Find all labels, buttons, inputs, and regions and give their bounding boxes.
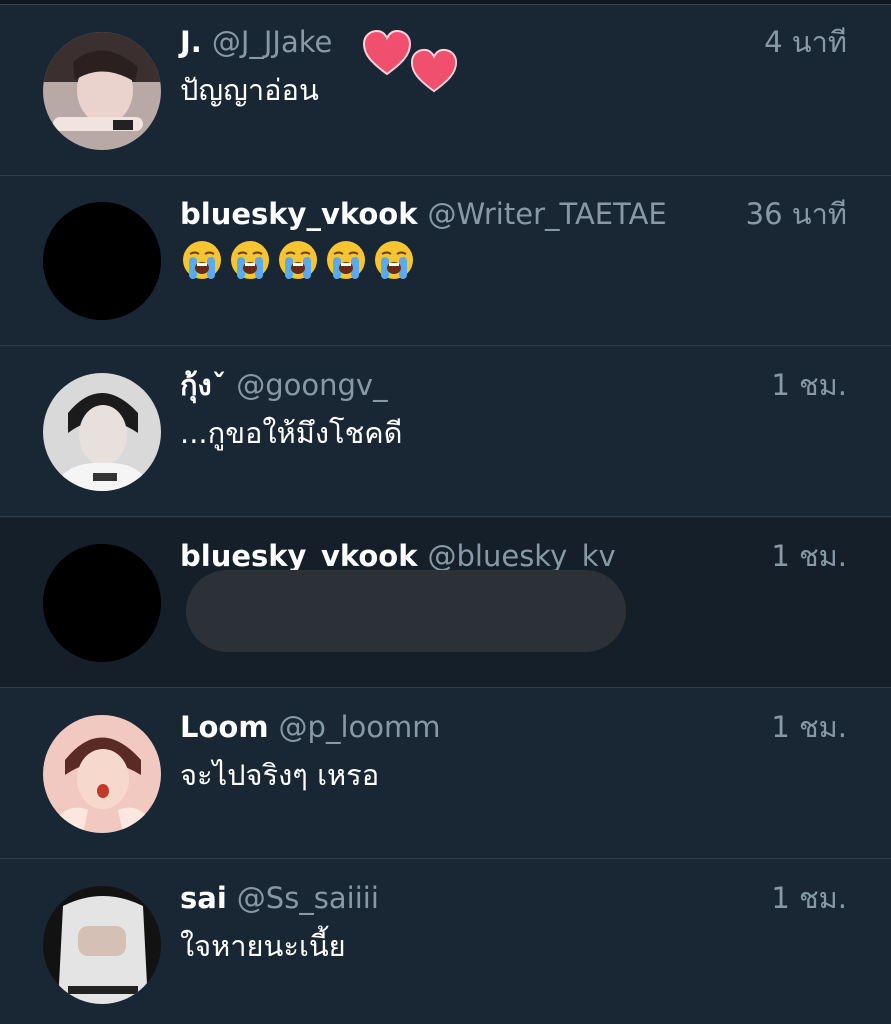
user-handle[interactable]: @bluesky_kv (428, 539, 616, 573)
avatar[interactable] (43, 886, 161, 1004)
user-handle[interactable]: @goongv_ (236, 368, 387, 402)
avatar[interactable] (43, 715, 161, 833)
notification-row[interactable]: กุ้งˇ @goongv_ 1 ชม. ...กูขอให้มึงโชคดี (0, 347, 891, 517)
display-name[interactable]: J. (180, 25, 202, 59)
timestamp: 1 ชม. (771, 881, 847, 915)
notification-row[interactable]: Loom @p_loomm 1 ชม. จะไปจริงๆ เหรอ (0, 689, 891, 859)
timestamp: 1 ชม. (771, 539, 847, 573)
header-line: bluesky_vkook @Writer_TAETAE (180, 196, 667, 232)
profile-photo-icon (43, 373, 161, 491)
display-name[interactable]: กุ้งˇ (180, 368, 226, 402)
loudly-crying-face-icon (231, 241, 269, 279)
loudly-crying-face-icon (327, 241, 365, 279)
header-line: J. @J_JJake (180, 24, 332, 60)
display-name[interactable]: bluesky_vkook (180, 197, 418, 231)
avatar[interactable] (43, 202, 161, 320)
black-avatar-icon (43, 544, 161, 662)
notification-text: จะไปจริงๆ เหรอ (180, 758, 380, 792)
user-handle[interactable]: @p_loomm (279, 710, 441, 744)
notification-feed: J. @J_JJake 4 นาที ปัญญาอ่อน bluesky_vkoo… (0, 0, 891, 1024)
timestamp: 4 นาที (764, 25, 847, 59)
black-avatar-icon (43, 202, 161, 320)
profile-photo-icon (43, 886, 161, 1004)
avatar[interactable] (43, 32, 161, 150)
display-name[interactable]: Loom (180, 710, 269, 744)
avatar[interactable] (43, 544, 161, 662)
header-line: Loom @p_loomm (180, 709, 441, 745)
avatar[interactable] (43, 373, 161, 491)
user-handle[interactable]: @Writer_TAETAE (428, 197, 667, 231)
display-name[interactable]: bluesky_vkook (180, 539, 418, 573)
loudly-crying-face-icon (183, 241, 221, 279)
notification-text: ...กูขอให้มึงโชคดี (180, 416, 403, 450)
timestamp: 1 ชม. (771, 368, 847, 402)
header-line: bluesky_vkook @bluesky_kv (180, 538, 616, 574)
redaction-overlay (186, 570, 626, 652)
notification-row[interactable]: sai @Ss_saiiii 1 ชม. ใจหายนะเนี้ย (0, 860, 891, 1024)
top-divider (0, 0, 891, 5)
profile-photo-icon (43, 32, 161, 150)
notification-text: ปัญญาอ่อน (180, 73, 319, 107)
loudly-crying-face-icon (375, 241, 413, 279)
header-line: sai @Ss_saiiii (180, 880, 379, 916)
timestamp: 36 นาที (745, 197, 847, 231)
emoji-text (182, 240, 414, 280)
notification-row[interactable]: bluesky_vkook @Writer_TAETAE 36 นาที (0, 176, 891, 346)
timestamp: 1 ชม. (771, 710, 847, 744)
profile-photo-icon (43, 715, 161, 833)
display-name[interactable]: sai (180, 881, 227, 915)
user-handle[interactable]: @J_JJake (212, 25, 333, 59)
notification-text: ใจหายนะเนี้ย (180, 929, 346, 963)
header-line: กุ้งˇ @goongv_ (180, 367, 388, 403)
loudly-crying-face-icon (279, 241, 317, 279)
heart-sticker-icon (362, 30, 412, 76)
user-handle[interactable]: @Ss_saiiii (237, 881, 379, 915)
heart-sticker-icon (410, 48, 458, 93)
